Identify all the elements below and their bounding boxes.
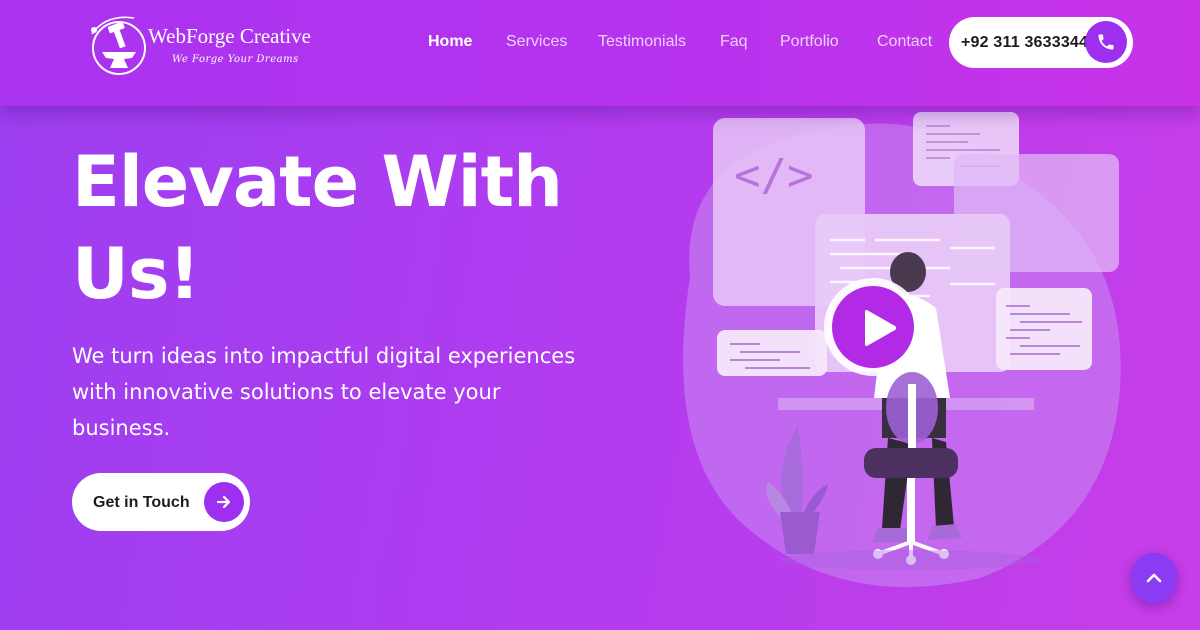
nav-testimonials[interactable]: Testimonials	[598, 33, 686, 51]
play-video-button[interactable]	[824, 278, 922, 376]
get-in-touch-label: Get in Touch	[93, 494, 190, 511]
hero-title-line1: Elevate With	[72, 141, 563, 223]
phone-call-button[interactable]	[1085, 21, 1127, 63]
get-in-touch-button[interactable]: Get in Touch	[72, 473, 250, 531]
main-nav: Home Services Testimonials Faq Portfolio…	[0, 33, 940, 55]
cta-arrow-badge	[204, 482, 244, 522]
phone-contact-button[interactable]: +92 311 3633344	[949, 17, 1133, 68]
play-icon	[865, 310, 897, 346]
hero-title-line2: Us!	[72, 233, 200, 315]
hero-description: We turn ideas into impactful digital exp…	[72, 344, 576, 440]
scroll-to-top-button[interactable]	[1131, 553, 1177, 603]
nav-contact[interactable]: Contact	[877, 33, 932, 51]
chevron-up-icon	[1146, 573, 1162, 583]
code-symbol-icon: </>	[734, 150, 813, 201]
arrow-right-icon	[216, 495, 231, 509]
nav-services[interactable]: Services	[506, 33, 567, 51]
phone-icon	[1098, 34, 1114, 50]
brand-tagline: We Forge Your Dreams	[172, 54, 299, 65]
nav-faq[interactable]: Faq	[720, 33, 748, 51]
nav-portfolio[interactable]: Portfolio	[780, 33, 839, 51]
chair-seat	[864, 448, 958, 478]
nav-home[interactable]: Home	[428, 33, 472, 51]
site-header: WebForge Creative We Forge Your Dreams H…	[0, 0, 1200, 106]
plant-pot	[780, 512, 820, 554]
phone-number: +92 311 3633344	[961, 34, 1089, 51]
hero-title: Elevate With Us!	[72, 136, 632, 320]
